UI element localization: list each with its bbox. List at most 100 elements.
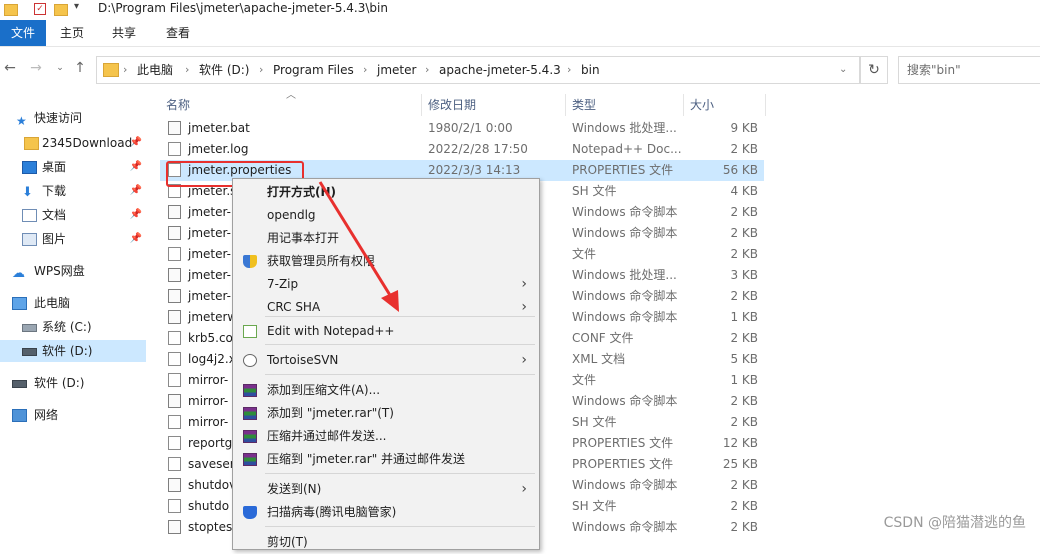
breadcrumb-jmeter[interactable]: jmeter <box>377 57 416 83</box>
forward-arrow-icon[interactable]: → <box>28 60 44 76</box>
sidebar-item-desktop[interactable]: 桌面 📌 <box>0 156 146 178</box>
search-input[interactable]: 搜索"bin" <box>898 56 1040 84</box>
chevron-right-icon[interactable]: › <box>425 57 429 83</box>
menu-item[interactable]: 扫描病毒(腾讯电脑管家) <box>233 501 537 524</box>
picture-icon <box>22 233 37 246</box>
window-title: D:\Program Files\jmeter\apache-jmeter-5.… <box>98 1 388 15</box>
chevron-right-icon[interactable]: › <box>185 57 189 83</box>
menu-item[interactable]: opendlg <box>233 204 537 227</box>
refresh-icon[interactable]: ↻ <box>860 56 888 84</box>
menu-item[interactable]: 添加到 "jmeter.rar"(T) <box>233 402 537 425</box>
pin-icon[interactable]: 📌 <box>130 156 142 178</box>
sidebar-item-2345download[interactable]: 2345Download 📌 <box>0 132 146 154</box>
sidebar-item-label: WPS网盘 <box>34 264 85 278</box>
file-type: Windows 命令脚本 <box>572 394 678 408</box>
sidebar-item-drive-c[interactable]: 系统 (C:) <box>0 316 146 338</box>
up-arrow-icon[interactable]: ↑ <box>72 60 88 76</box>
menu-item[interactable]: 压缩并通过邮件发送... <box>233 425 537 448</box>
menu-separator <box>265 344 535 345</box>
file-size: 25 KB <box>722 457 758 471</box>
navigation-bar: ← → ⌄ ↑ › 此电脑 › 软件 (D:) › Program Files … <box>0 52 1040 86</box>
file-type: SH 文件 <box>572 499 617 513</box>
sidebar-item-label: 2345Download <box>42 136 133 150</box>
chevron-right-icon[interactable]: › <box>123 57 127 83</box>
script-file-icon <box>168 121 181 135</box>
notepad-plus-plus-icon <box>243 325 257 338</box>
file-size: 3 KB <box>730 268 758 282</box>
pin-icon[interactable]: 📌 <box>130 228 142 250</box>
sidebar-item-label: 桌面 <box>42 160 67 174</box>
menu-item[interactable]: 7-Zip › <box>233 273 537 296</box>
chevron-down-icon[interactable]: ⌄ <box>839 57 847 83</box>
tab-home[interactable]: 主页 <box>54 20 90 46</box>
column-header-size[interactable]: 大小 <box>684 94 766 116</box>
folder-icon[interactable] <box>4 4 18 16</box>
breadcrumb-drive-d[interactable]: 软件 (D:) <box>199 57 249 83</box>
recent-chevron-icon[interactable]: ⌄ <box>52 60 68 76</box>
menu-item-label: 获取管理员所有权限 <box>267 254 376 268</box>
sidebar-item-downloads[interactable]: ⬇ 下载 📌 <box>0 180 146 202</box>
menu-item[interactable]: 获取管理员所有权限 <box>233 250 537 273</box>
sidebar-item-pictures[interactable]: 图片 📌 <box>0 228 146 250</box>
file-size: 2 KB <box>730 205 758 219</box>
sidebar-item-network[interactable]: 网络 <box>0 404 146 426</box>
breadcrumb-apache-jmeter[interactable]: apache-jmeter-5.4.3 <box>439 57 561 83</box>
column-header-name[interactable]: 名称 <box>160 94 422 116</box>
file-type: 文件 <box>572 247 597 261</box>
sidebar-item-documents[interactable]: 文档 📌 <box>0 204 146 226</box>
menu-item[interactable]: 打开方式(H) <box>233 181 537 204</box>
sidebar-item-this-pc[interactable]: 此电脑 <box>0 292 146 314</box>
sidebar-item-wps-cloud[interactable]: ☁ WPS网盘 <box>0 260 146 282</box>
column-header-type[interactable]: 类型 <box>566 94 684 116</box>
file-size: 2 KB <box>730 226 758 240</box>
chevron-right-icon[interactable]: › <box>259 57 263 83</box>
menu-item[interactable]: 用记事本打开 <box>233 227 537 250</box>
desktop-icon <box>22 161 37 174</box>
breadcrumb-bin[interactable]: bin <box>581 57 600 83</box>
chevron-right-icon[interactable]: › <box>363 57 367 83</box>
navigation-pane: ★ 快速访问 2345Download 📌 桌面 📌 ⬇ 下载 📌 文档 📌 图… <box>0 96 148 542</box>
pin-icon[interactable]: 📌 <box>130 132 142 154</box>
file-size: 9 KB <box>730 121 758 135</box>
winrar-icon <box>243 407 257 420</box>
tab-file[interactable]: 文件 <box>0 20 46 46</box>
properties-icon[interactable]: ✓ <box>34 3 46 15</box>
menu-item[interactable]: 压缩到 "jmeter.rar" 并通过邮件发送 <box>233 448 537 471</box>
menu-item[interactable]: Edit with Notepad++ <box>233 320 537 343</box>
chevron-right-icon[interactable]: › <box>567 57 571 83</box>
menu-item[interactable]: CRC SHA › <box>233 296 537 319</box>
breadcrumb-this-pc[interactable]: 此电脑 <box>137 57 173 83</box>
file-name: log4j2.x <box>188 352 236 366</box>
breadcrumb-program-files[interactable]: Program Files <box>273 57 354 83</box>
file-type: XML 文档 <box>572 352 626 366</box>
menu-item[interactable]: TortoiseSVN › <box>233 349 537 372</box>
pin-icon[interactable]: 📌 <box>130 180 142 202</box>
file-size: 2 KB <box>730 478 758 492</box>
back-arrow-icon[interactable]: ← <box>2 60 18 76</box>
column-header-date[interactable]: 修改日期 <box>422 94 566 116</box>
file-icon <box>168 373 181 387</box>
menu-item[interactable]: 剪切(T) <box>233 531 537 554</box>
sidebar-item-drive-d[interactable]: 软件 (D:) <box>0 340 146 362</box>
menu-separator <box>265 473 535 474</box>
new-folder-icon[interactable] <box>54 4 68 16</box>
address-bar[interactable]: › 此电脑 › 软件 (D:) › Program Files › jmeter… <box>96 56 860 84</box>
file-name: jmeter.log <box>188 142 249 156</box>
file-size: 2 KB <box>730 499 758 513</box>
sidebar-item-quick-access[interactable]: ★ 快速访问 <box>0 107 146 129</box>
menu-item[interactable]: 添加到压缩文件(A)... <box>233 379 537 402</box>
file-name: shutdov <box>188 478 237 492</box>
table-row[interactable]: jmeter.log 2022/2/28 17:50 Notepad++ Doc..… <box>160 139 764 160</box>
tab-view[interactable]: 查看 <box>160 20 196 46</box>
tab-share[interactable]: 共享 <box>106 20 142 46</box>
chevron-down-icon[interactable]: ▾ <box>74 1 79 12</box>
pin-icon[interactable]: 📌 <box>130 204 142 226</box>
file-type: SH 文件 <box>572 415 617 429</box>
menu-item-label: 剪切(T) <box>267 535 308 549</box>
sidebar-item-drive-d-root[interactable]: 软件 (D:) <box>0 372 146 394</box>
file-size: 2 KB <box>730 415 758 429</box>
table-row[interactable]: jmeter.bat 1980/2/1 0:00 Windows 批处理... 9 K… <box>160 118 764 139</box>
computer-icon <box>12 297 27 310</box>
file-size: 12 KB <box>722 436 758 450</box>
menu-item[interactable]: 发送到(N) › <box>233 478 537 501</box>
